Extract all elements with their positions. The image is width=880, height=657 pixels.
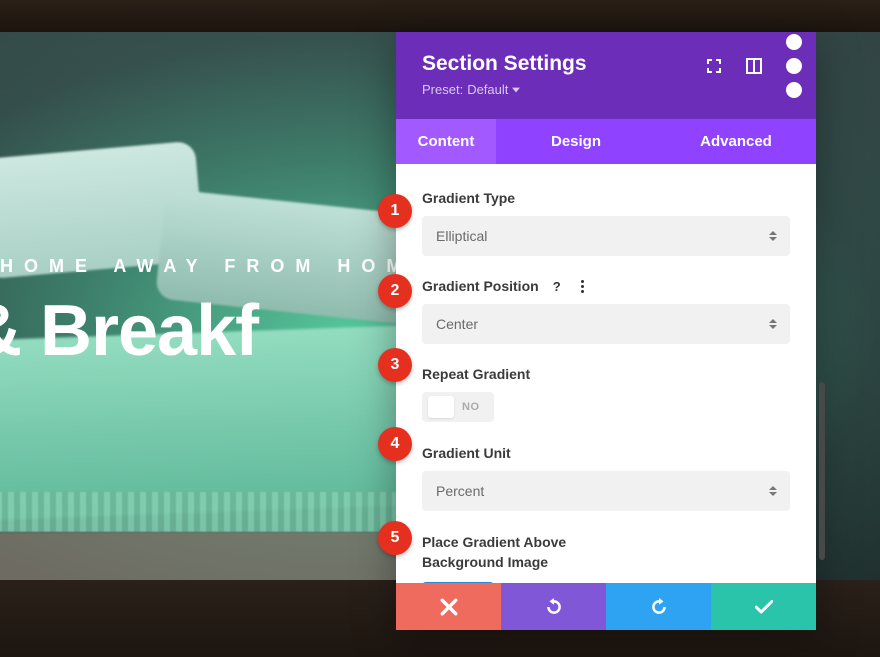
field-gradient-type: Gradient Type Elliptical	[422, 190, 790, 256]
bg-wood-top	[0, 0, 880, 32]
panel-body: Gradient Type Elliptical Gradient Positi…	[396, 164, 816, 644]
tab-advanced[interactable]: Advanced	[656, 119, 816, 164]
gradient-type-value: Elliptical	[436, 228, 487, 244]
panel-header: Section Settings Preset: Default	[396, 32, 816, 119]
undo-icon	[545, 598, 563, 616]
callout-badge-2: 2	[378, 274, 412, 308]
app-stage: HOME AWAY FROM HOM d & Breakf Section Se…	[0, 0, 880, 657]
help-icon[interactable]: ?	[549, 278, 565, 294]
columns-icon[interactable]	[746, 58, 762, 74]
expand-icon[interactable]	[706, 58, 722, 74]
gradient-position-label: Gradient Position	[422, 278, 539, 294]
field-gradient-position: Gradient Position ? Center	[422, 278, 790, 344]
field-repeat-gradient: Repeat Gradient NO	[422, 366, 790, 423]
panel-header-actions	[706, 58, 802, 74]
more-menu-icon[interactable]	[786, 58, 802, 74]
cancel-button[interactable]	[396, 583, 501, 630]
select-caret-icon	[768, 319, 778, 329]
gradient-position-select[interactable]: Center	[422, 304, 790, 344]
toggle-knob	[428, 396, 454, 418]
callout-badge-1: 1	[378, 194, 412, 228]
panel-footer	[396, 583, 816, 630]
field-gradient-unit: Gradient Unit Percent	[422, 445, 790, 511]
tab-design[interactable]: Design	[496, 119, 656, 164]
panel-tabs: Content Design Advanced	[396, 119, 816, 164]
select-caret-icon	[768, 486, 778, 496]
gradient-unit-value: Percent	[436, 483, 484, 499]
callout-badge-5: 5	[378, 521, 412, 555]
check-icon	[755, 598, 773, 616]
redo-icon	[650, 598, 668, 616]
options-icon[interactable]	[575, 278, 591, 294]
gradient-unit-label: Gradient Unit	[422, 445, 511, 461]
gradient-unit-select[interactable]: Percent	[422, 471, 790, 511]
preset-prefix: Preset:	[422, 82, 463, 97]
gradient-type-select[interactable]: Elliptical	[422, 216, 790, 256]
hero-title: d & Breakf	[0, 290, 258, 372]
save-button[interactable]	[711, 583, 816, 630]
panel-scrollbar[interactable]	[819, 382, 825, 560]
callout-badge-3: 3	[378, 348, 412, 382]
preset-value: Default	[467, 82, 508, 97]
select-caret-icon	[768, 231, 778, 241]
hero-tagline: HOME AWAY FROM HOM	[0, 256, 412, 277]
repeat-gradient-label: Repeat Gradient	[422, 366, 530, 382]
repeat-gradient-toggle[interactable]: NO	[422, 392, 494, 422]
redo-button[interactable]	[606, 583, 711, 630]
gradient-above-label: Place Gradient Above Background Image	[422, 533, 622, 572]
gradient-type-label: Gradient Type	[422, 190, 515, 206]
close-icon	[440, 598, 458, 616]
chevron-down-icon	[512, 86, 520, 94]
gradient-position-value: Center	[436, 316, 478, 332]
undo-button[interactable]	[501, 583, 606, 630]
tab-content[interactable]: Content	[396, 119, 496, 164]
panel-preset[interactable]: Preset: Default	[422, 82, 796, 97]
section-settings-panel: Section Settings Preset: Default Content	[396, 32, 816, 630]
repeat-gradient-value: NO	[462, 401, 480, 413]
callout-badge-4: 4	[378, 427, 412, 461]
